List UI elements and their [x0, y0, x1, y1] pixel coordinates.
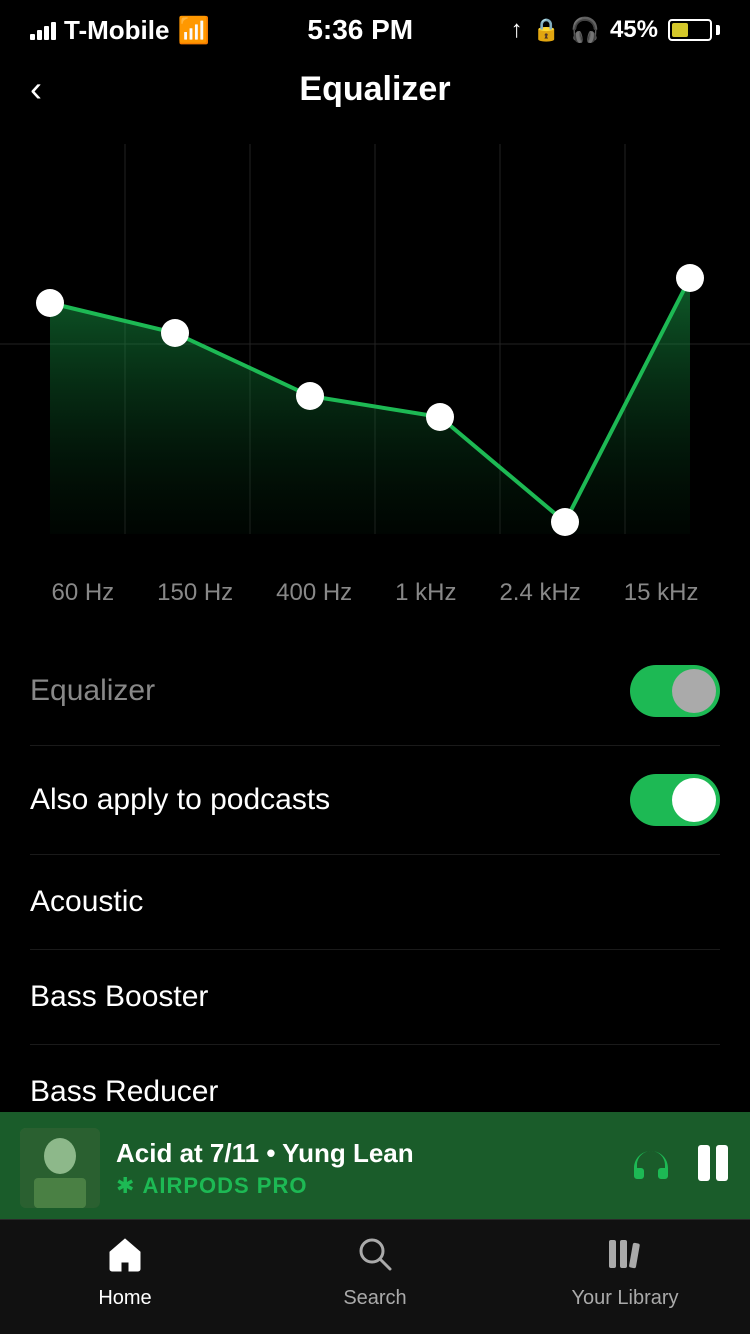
freq-labels: 60 Hz 150 Hz 400 Hz 1 kHz 2.4 kHz 15 kHz	[0, 569, 750, 637]
status-time: 5:36 PM	[307, 14, 413, 46]
battery-icon	[668, 19, 720, 41]
freq-15khz: 15 kHz	[624, 579, 699, 607]
status-left: T-Mobile 📶	[30, 15, 210, 46]
status-right: ↑ 🔒 🎧 45%	[511, 16, 720, 45]
freq-24khz: 2.4 kHz	[499, 579, 580, 607]
nav-library-label: Your Library	[571, 1287, 678, 1310]
preset-bass-booster[interactable]: Bass Booster	[30, 950, 720, 1045]
equalizer-toggle-label: Equalizer	[30, 674, 155, 708]
home-icon	[107, 1236, 143, 1281]
status-bar: T-Mobile 📶 5:36 PM ↑ 🔒 🎧 45%	[0, 0, 750, 54]
preset-acoustic[interactable]: Acoustic	[30, 855, 720, 950]
page-title: Equalizer	[299, 70, 450, 109]
headphone-status-icon: 🎧	[570, 16, 600, 45]
podcasts-toggle[interactable]	[630, 774, 720, 826]
now-playing-info: Acid at 7/11 • Yung Lean ✱ AIRPODS PRO	[116, 1138, 614, 1199]
bluetooth-icon: ✱	[116, 1173, 134, 1199]
nav-search[interactable]: Search	[315, 1236, 435, 1310]
now-playing-bar[interactable]: Acid at 7/11 • Yung Lean ✱ AIRPODS PRO	[0, 1112, 750, 1224]
library-icon	[607, 1236, 643, 1281]
album-art	[20, 1128, 100, 1208]
podcasts-toggle-knob	[672, 778, 716, 822]
nav-home[interactable]: Home	[65, 1236, 185, 1310]
equalizer-setting-row: Equalizer	[30, 637, 720, 746]
freq-150hz: 150 Hz	[157, 579, 233, 607]
equalizer-toggle-knob	[672, 669, 716, 713]
battery-percent: 45%	[610, 16, 658, 44]
freq-1khz: 1 kHz	[395, 579, 456, 607]
eq-chart[interactable]	[0, 144, 750, 564]
carrier-name: T-Mobile	[64, 15, 169, 46]
podcasts-setting-row: Also apply to podcasts	[30, 746, 720, 855]
wifi-icon: 📶	[177, 15, 209, 46]
now-playing-title: Acid at 7/11 • Yung Lean	[116, 1138, 614, 1169]
freq-400hz: 400 Hz	[276, 579, 352, 607]
pause-button[interactable]	[696, 1143, 730, 1193]
signal-bars	[30, 20, 56, 40]
back-button[interactable]: ‹	[30, 64, 52, 114]
location-icon: ↑	[511, 16, 523, 44]
nav-search-label: Search	[343, 1287, 406, 1310]
bottom-nav: Home Search Your Library	[0, 1219, 750, 1334]
equalizer-toggle[interactable]	[630, 665, 720, 717]
now-playing-controls	[630, 1143, 730, 1193]
search-icon	[357, 1236, 393, 1281]
now-playing-device: ✱ AIRPODS PRO	[116, 1173, 614, 1199]
nav-library[interactable]: Your Library	[565, 1236, 685, 1310]
nav-home-label: Home	[98, 1287, 151, 1310]
device-name: AIRPODS PRO	[142, 1173, 307, 1199]
headphone-connect-icon[interactable]	[630, 1146, 672, 1191]
eq-chart-container	[0, 134, 750, 569]
freq-60hz: 60 Hz	[51, 579, 114, 607]
lock-icon: 🔒	[533, 17, 560, 43]
header: ‹ Equalizer	[0, 54, 750, 134]
podcasts-toggle-label: Also apply to podcasts	[30, 783, 330, 817]
settings-section: Equalizer Also apply to podcasts Acousti…	[0, 637, 750, 1140]
